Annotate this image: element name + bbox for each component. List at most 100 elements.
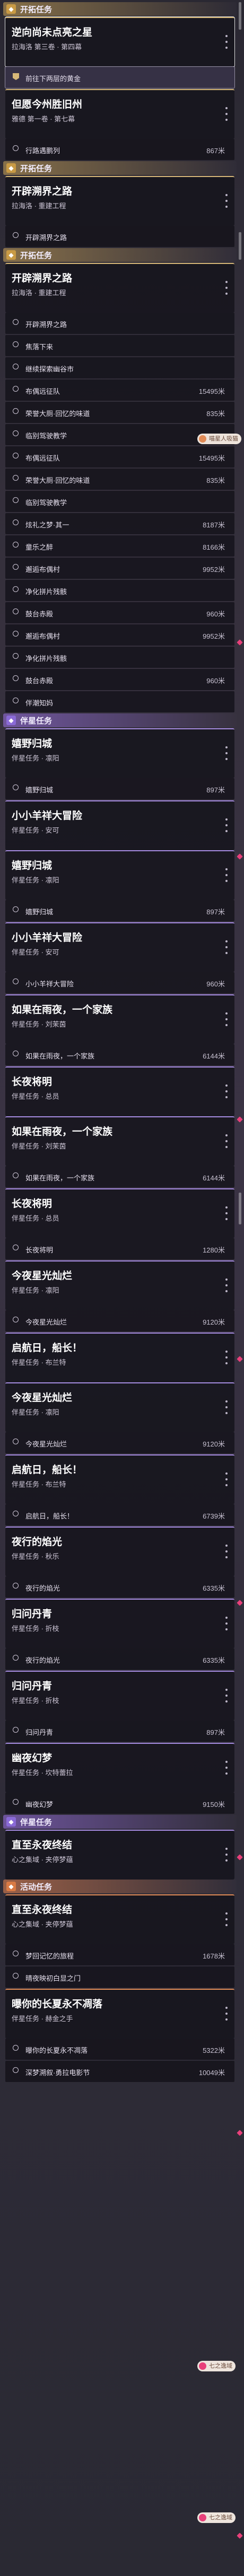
quest-step[interactable]: 如果在雨夜，一个家族 6144米 bbox=[5, 1044, 234, 1065]
more-vertical-icon[interactable] bbox=[225, 1761, 228, 1775]
quest-step[interactable]: 焦落下来 bbox=[5, 335, 234, 356]
quest-step[interactable]: 前往下两层的黄金 bbox=[5, 66, 235, 89]
quest-step[interactable]: 启航日，船长！ 6739米 bbox=[5, 1504, 234, 1525]
quest-step[interactable]: 邂逅布偶村 9952米 bbox=[5, 624, 234, 646]
quest-step[interactable]: 梦回记忆的旅程 1678米 bbox=[5, 1944, 234, 1965]
more-vertical-icon[interactable] bbox=[225, 1472, 228, 1486]
scrollbar-thumb[interactable] bbox=[239, 2, 241, 30]
quest-card[interactable]: 如果在雨夜，一个家族 伴星任务 · 刘茉茵 bbox=[5, 1116, 234, 1166]
more-vertical-icon[interactable] bbox=[225, 107, 228, 121]
quest-subtitle: 伴星任务 · 赫金之手 bbox=[12, 2015, 73, 2023]
quest-card[interactable]: 开辟溯界之路 拉海洛 · 重建工程 bbox=[5, 176, 234, 226]
more-vertical-icon[interactable] bbox=[225, 1689, 228, 1702]
quest-step[interactable]: 曝你的长夏永不凋落 5322米 bbox=[5, 2039, 234, 2060]
quest-step-text: 曝你的长夏永不凋落 bbox=[25, 2046, 88, 2054]
more-vertical-icon[interactable] bbox=[225, 940, 228, 954]
quest-step[interactable]: 邂逅布偶村 9952米 bbox=[5, 558, 234, 579]
quest-card[interactable]: 如果在雨夜，一个家族 伴星任务 · 刘茉茵 bbox=[5, 994, 234, 1044]
quest-card[interactable]: 幽夜幻梦 伴星任务 · 坎特蕾拉 bbox=[5, 1743, 234, 1793]
quest-step[interactable]: 归问丹青 897米 bbox=[5, 1721, 234, 1742]
more-vertical-icon[interactable] bbox=[225, 1084, 228, 1098]
more-vertical-icon[interactable] bbox=[225, 35, 228, 49]
more-vertical-icon[interactable] bbox=[225, 868, 228, 882]
quest-step[interactable]: 嬉野归城 897米 bbox=[5, 778, 234, 799]
section-header: ◆ 伴星任务 bbox=[3, 1815, 237, 1829]
quest-step[interactable]: 荣誉大厕·回忆的味道 835米 bbox=[5, 402, 234, 423]
quest-card[interactable]: 开辟溯界之路 拉海洛 · 重建工程 bbox=[5, 263, 234, 313]
quest-card[interactable]: 直至永夜终结 心之集域 · 夹停梦蕴 bbox=[5, 1830, 234, 1880]
quest-step[interactable]: 布偶远征队 15495米 bbox=[5, 380, 234, 401]
quest-step[interactable]: 净化拼片残骸 bbox=[5, 647, 234, 668]
scrollbar-thumb[interactable] bbox=[239, 1193, 241, 1224]
map-marker-icon bbox=[237, 2130, 243, 2136]
quest-category-icon: ◆ bbox=[6, 1882, 16, 1891]
more-vertical-icon[interactable] bbox=[225, 194, 228, 208]
quest-step[interactable]: 荣誉大厕·回忆的味道 835米 bbox=[5, 469, 234, 490]
more-vertical-icon[interactable] bbox=[225, 1012, 228, 1026]
quest-step[interactable]: 童乐之醉 8166米 bbox=[5, 535, 234, 557]
more-vertical-icon[interactable] bbox=[225, 1617, 228, 1630]
quest-step[interactable]: 鼓台赤殿 960米 bbox=[5, 669, 234, 690]
quest-step-text: 鼓台赤殿 bbox=[25, 677, 54, 685]
quest-step-text: 深梦溯叙·勇拉电影节 bbox=[25, 2069, 90, 2077]
quest-step[interactable]: 晴夜映初白显之门 bbox=[5, 1966, 234, 1988]
more-vertical-icon[interactable] bbox=[225, 1400, 228, 1414]
more-vertical-icon[interactable] bbox=[225, 746, 228, 760]
more-vertical-icon[interactable] bbox=[225, 1351, 228, 1364]
quest-card[interactable]: 今夜星光灿烂 伴星任务 · 凛阳 bbox=[5, 1260, 234, 1310]
more-vertical-icon[interactable] bbox=[225, 818, 228, 832]
quest-card[interactable]: 归问丹青 伴星任务 · 折枝 bbox=[5, 1599, 234, 1648]
quest-step[interactable]: 继续探索幽谷市 bbox=[5, 357, 234, 378]
quest-step[interactable]: 如果在雨夜，一个家族 6144米 bbox=[5, 1166, 234, 1187]
more-vertical-icon[interactable] bbox=[225, 1134, 228, 1148]
quest-step[interactable]: 小小羊祥大冒险 960米 bbox=[5, 972, 234, 993]
more-vertical-icon[interactable] bbox=[225, 1912, 228, 1926]
quest-step[interactable]: 布偶远征队 15495米 bbox=[5, 446, 234, 467]
quest-card[interactable]: 逆向尚未点亮之星 拉海洛 第三卷 · 第四幕 bbox=[5, 16, 235, 67]
quest-step[interactable]: 嬉野归城 897米 bbox=[5, 900, 234, 921]
quest-step[interactable]: 今夜星光灿烂 9120米 bbox=[5, 1432, 234, 1453]
quest-step[interactable]: 长夜将明 1280米 bbox=[5, 1238, 234, 1259]
quest-step[interactable]: 鼓台赤殿 960米 bbox=[5, 602, 234, 623]
quest-step[interactable]: 夜行的焰光 6335米 bbox=[5, 1648, 234, 1670]
quest-card[interactable]: 启航日，船长！ 伴星任务 · 布兰特 bbox=[5, 1454, 234, 1504]
quest-step[interactable]: 行路遇鹏列 867米 bbox=[5, 139, 234, 160]
quest-card[interactable]: 小小羊祥大冒险 伴星任务 · 安可 bbox=[5, 922, 234, 972]
more-vertical-icon[interactable] bbox=[225, 281, 228, 295]
quest-card[interactable]: 但愿今州胜旧州 雅德 第一卷 · 第七幕 bbox=[5, 89, 234, 139]
quest-step[interactable]: 开辟溯界之路 bbox=[5, 313, 234, 334]
quest-card[interactable]: 夜行的焰光 伴星任务 · 秋乐 bbox=[5, 1527, 234, 1576]
quest-card[interactable]: 启航日，船长！ 伴星任务 · 布兰特 bbox=[5, 1333, 234, 1382]
quest-step[interactable]: 今夜星光灿烂 9120米 bbox=[5, 1310, 234, 1331]
more-vertical-icon[interactable] bbox=[225, 1206, 228, 1220]
quest-card[interactable]: 长夜将明 伴星任务 · 总员 bbox=[5, 1066, 234, 1116]
scrollbar-thumb[interactable] bbox=[239, 232, 241, 260]
floating-location-tag[interactable]: 七之逸域 bbox=[197, 2361, 236, 2371]
more-vertical-icon[interactable] bbox=[225, 2007, 228, 2021]
quest-step[interactable]: 炫礼之梦·其一 8187米 bbox=[5, 513, 234, 534]
quest-card[interactable]: 直至永夜终结 心之集域 · 夹停梦蕴 bbox=[5, 1894, 234, 1944]
circle-outline-icon bbox=[13, 906, 19, 912]
quest-step[interactable]: 临别驾驶教学 bbox=[5, 491, 234, 512]
quest-step[interactable]: 夜行的焰光 6335米 bbox=[5, 1576, 234, 1598]
quest-card[interactable]: 长夜将明 伴星任务 · 总员 bbox=[5, 1188, 234, 1238]
quest-card[interactable]: 今夜星光灿烂 伴星任务 · 凛阳 bbox=[5, 1382, 234, 1432]
quest-card[interactable]: 嬉野归城 伴星任务 · 凛阳 bbox=[5, 850, 234, 900]
more-vertical-icon[interactable] bbox=[225, 1848, 228, 1862]
quest-card[interactable]: 归问丹青 伴星任务 · 折枝 bbox=[5, 1671, 234, 1721]
quest-step[interactable]: 深梦溯叙·勇拉电影节 10049米 bbox=[5, 2061, 234, 2082]
quest-step-distance: 15495米 bbox=[198, 454, 225, 462]
more-vertical-icon[interactable] bbox=[225, 1545, 228, 1558]
quest-step[interactable]: 开辟溯界之路 bbox=[5, 226, 234, 247]
quest-subtitle: 伴星任务 · 安可 bbox=[12, 826, 59, 834]
quest-step[interactable]: 净化拼片残骸 bbox=[5, 580, 234, 601]
floating-location-tag[interactable]: 七之逸域 bbox=[197, 2512, 236, 2523]
quest-card[interactable]: 小小羊祥大冒险 伴星任务 · 安可 bbox=[5, 800, 234, 850]
more-vertical-icon[interactable] bbox=[225, 1278, 228, 1292]
quest-step[interactable]: 幽夜幻梦 9150米 bbox=[5, 1793, 234, 1814]
quest-step-text: 伴潮知妈 bbox=[25, 699, 54, 707]
quest-card[interactable]: 嬉野归城 伴星任务 · 凛阳 bbox=[5, 728, 234, 778]
quest-step[interactable]: 伴潮知妈 bbox=[5, 691, 234, 712]
quest-card[interactable]: 曝你的长夏永不凋落 伴星任务 · 赫金之手 bbox=[5, 1989, 234, 2039]
floating-location-tag[interactable]: 喵星人吸猫 bbox=[197, 434, 241, 444]
